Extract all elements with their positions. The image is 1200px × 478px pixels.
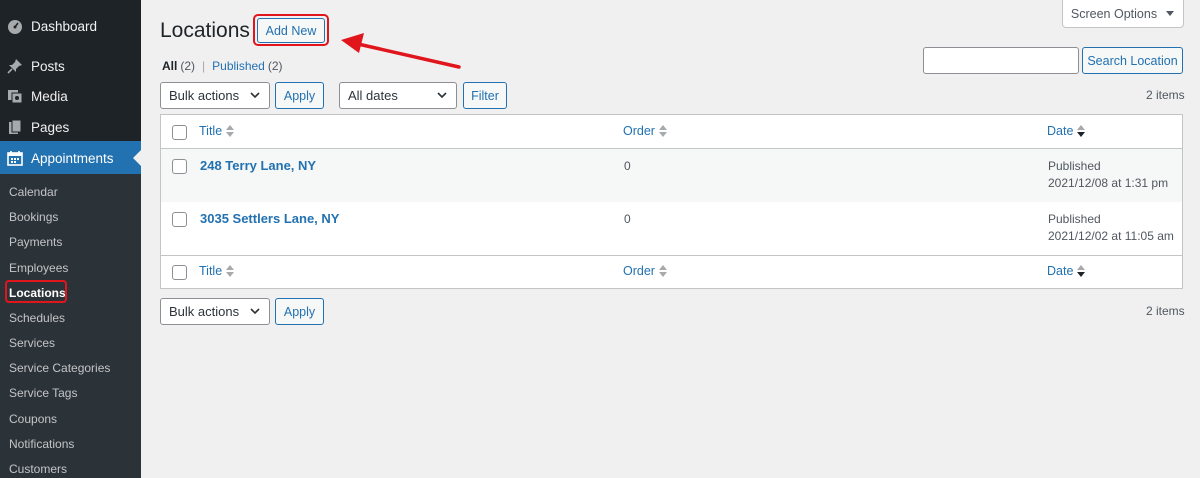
filter-all-count: (2) bbox=[180, 59, 196, 73]
sidebar-item-media[interactable]: Media bbox=[0, 79, 141, 113]
bulk-actions-value: Bulk actions bbox=[169, 88, 240, 103]
pin-icon bbox=[7, 58, 23, 74]
items-count: 2 items bbox=[1146, 88, 1185, 102]
dates-select[interactable]: All dates bbox=[339, 82, 457, 109]
filter-published-count: (2) bbox=[267, 59, 283, 73]
screen-options-label: Screen Options bbox=[1070, 6, 1158, 21]
arrow-annotation-icon bbox=[341, 33, 461, 69]
filter-all-link[interactable]: All bbox=[162, 59, 177, 73]
screen-options-button[interactable]: Screen Options bbox=[1062, 0, 1184, 28]
sidebar-item-label: Dashboard bbox=[31, 18, 98, 34]
column-footer-date[interactable]: Date bbox=[1047, 264, 1086, 278]
column-footer-order[interactable]: Order bbox=[623, 264, 667, 278]
locations-highlight-annotation bbox=[5, 280, 67, 303]
column-title-label: Title bbox=[199, 264, 223, 278]
column-date-label: Date bbox=[1047, 124, 1074, 138]
filter-separator: | bbox=[202, 59, 206, 73]
column-header-order[interactable]: Order bbox=[623, 124, 667, 138]
submenu-payments[interactable]: Payments bbox=[9, 235, 62, 249]
sort-icon bbox=[658, 125, 667, 137]
chevron-down-icon bbox=[250, 308, 260, 315]
column-order-label: Order bbox=[623, 124, 655, 138]
row-date: 2021/12/02 at 11:05 am bbox=[1048, 229, 1174, 243]
row-order: 0 bbox=[624, 212, 631, 226]
apply-button[interactable]: Apply bbox=[275, 82, 324, 109]
sidebar-item-pages[interactable]: Pages bbox=[0, 110, 141, 144]
submenu-employees[interactable]: Employees bbox=[9, 261, 68, 275]
submenu-notifications[interactable]: Notifications bbox=[9, 437, 74, 451]
sort-icon bbox=[226, 125, 235, 137]
pages-icon bbox=[7, 119, 23, 135]
locations-table: Title Order Date 248 Terry Lane, NY 0 Pu… bbox=[160, 114, 1183, 289]
row-checkbox[interactable] bbox=[172, 159, 187, 174]
media-icon bbox=[7, 88, 23, 104]
apply-button-bottom[interactable]: Apply bbox=[275, 298, 324, 325]
search-location-button[interactable]: Search Location bbox=[1082, 47, 1183, 74]
filter-button[interactable]: Filter bbox=[463, 82, 507, 109]
sidebar-item-label: Media bbox=[31, 88, 68, 104]
sort-icon bbox=[226, 265, 235, 277]
column-footer-title[interactable]: Title bbox=[199, 264, 235, 278]
submenu-coupons[interactable]: Coupons bbox=[9, 412, 57, 426]
row-status: Published bbox=[1048, 159, 1101, 173]
sidebar-item-label: Appointments bbox=[31, 150, 114, 166]
submenu-schedules[interactable]: Schedules bbox=[9, 311, 65, 325]
bulk-actions-select-bottom[interactable]: Bulk actions bbox=[160, 298, 270, 325]
chevron-down-icon bbox=[437, 92, 447, 99]
sidebar-item-label: Posts bbox=[31, 58, 65, 74]
row-date: 2021/12/08 at 1:31 pm bbox=[1048, 176, 1169, 190]
row-title-link[interactable]: 3035 Settlers Lane, NY bbox=[200, 211, 339, 226]
submenu-services[interactable]: Services bbox=[9, 336, 55, 350]
submenu-service-categories[interactable]: Service Categories bbox=[9, 361, 110, 375]
sort-icon bbox=[658, 265, 667, 277]
submenu-service-tags[interactable]: Service Tags bbox=[9, 386, 77, 400]
dates-value: All dates bbox=[348, 88, 398, 103]
table-row: 3035 Settlers Lane, NY 0 Published 2021/… bbox=[161, 202, 1182, 255]
row-status: Published bbox=[1048, 212, 1101, 226]
column-header-title[interactable]: Title bbox=[199, 124, 235, 138]
sidebar-item-posts[interactable]: Posts bbox=[0, 49, 141, 83]
bulk-actions-value: Bulk actions bbox=[169, 304, 240, 319]
search-input[interactable] bbox=[923, 47, 1079, 74]
status-filter-links: All (2) | Published (2) bbox=[162, 59, 283, 73]
column-order-label: Order bbox=[623, 264, 655, 278]
table-row: 248 Terry Lane, NY 0 Published 2021/12/0… bbox=[161, 149, 1182, 202]
column-title-label: Title bbox=[199, 124, 223, 138]
page-title: Locations bbox=[160, 19, 250, 42]
column-date-label: Date bbox=[1047, 264, 1074, 278]
sidebar-item-dashboard[interactable]: Dashboard bbox=[0, 9, 141, 43]
items-count-bottom: 2 items bbox=[1146, 304, 1185, 318]
caret-down-icon bbox=[1166, 10, 1175, 16]
sort-desc-icon bbox=[1077, 125, 1086, 137]
footer-divider bbox=[161, 255, 1182, 256]
main-content: Locations Add New Screen Options All (2)… bbox=[141, 0, 1200, 478]
row-title-link[interactable]: 248 Terry Lane, NY bbox=[200, 158, 316, 173]
select-all-checkbox-footer[interactable] bbox=[172, 265, 187, 280]
add-new-button[interactable]: Add New bbox=[257, 18, 325, 43]
column-header-date[interactable]: Date bbox=[1047, 124, 1086, 138]
submenu-calendar[interactable]: Calendar bbox=[9, 185, 58, 199]
appointments-submenu: Calendar Bookings Payments Employees Loc… bbox=[0, 174, 141, 478]
filter-published-link[interactable]: Published bbox=[212, 59, 265, 73]
dashboard-icon bbox=[7, 18, 23, 34]
row-checkbox[interactable] bbox=[172, 212, 187, 227]
admin-sidebar: Dashboard Posts Media Pages Appointments… bbox=[0, 0, 141, 478]
submenu-bookings[interactable]: Bookings bbox=[9, 210, 58, 224]
row-order: 0 bbox=[624, 159, 631, 173]
calendar-icon bbox=[7, 150, 23, 166]
sort-desc-icon bbox=[1077, 265, 1086, 277]
bulk-actions-select[interactable]: Bulk actions bbox=[160, 82, 270, 109]
sidebar-item-label: Pages bbox=[31, 119, 70, 135]
sidebar-item-appointments[interactable]: Appointments bbox=[0, 141, 141, 175]
chevron-down-icon bbox=[250, 92, 260, 99]
select-all-checkbox[interactable] bbox=[172, 125, 187, 140]
submenu-customers[interactable]: Customers bbox=[9, 462, 67, 476]
